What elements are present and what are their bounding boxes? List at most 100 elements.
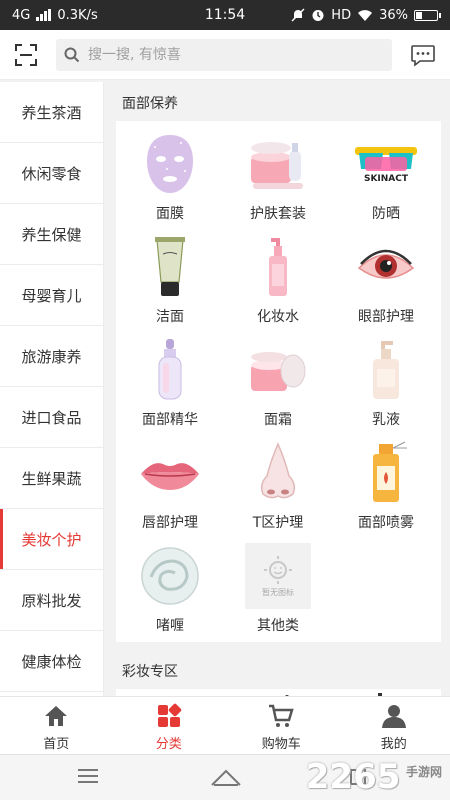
category-item-toner[interactable]: 化妆水 xyxy=(224,230,332,333)
user-icon xyxy=(381,705,406,728)
placeholder-text: 暂无图标 xyxy=(262,587,294,597)
section-card: 面膜 护肤套装 SKINACT 防晒 洁面 化妆水 眼部护理 面部精华 面霜 乳… xyxy=(116,121,441,642)
home-button-icon[interactable] xyxy=(210,767,242,787)
sidebar-item-label: 养生保健 xyxy=(21,225,82,244)
cream-jar-icon xyxy=(251,352,306,391)
sidebar-item-lvyou-kangyang[interactable]: 旅游康养 xyxy=(0,326,103,387)
gel-swirl-icon xyxy=(141,547,199,605)
category-item-label: 面部喷雾 xyxy=(358,515,414,531)
category-item-serum[interactable]: 面部精华 xyxy=(116,333,224,436)
category-item-face-mask[interactable]: 面膜 xyxy=(116,127,224,230)
tab-label: 我的 xyxy=(380,737,407,752)
category-item-label: T区护理 xyxy=(252,515,304,531)
battery-percent: 36% xyxy=(379,7,408,23)
search-bar[interactable] xyxy=(56,39,392,71)
category-item-label: 洁面 xyxy=(156,309,184,325)
network-speed: 0.3K/s xyxy=(57,7,98,23)
eye-icon xyxy=(357,249,415,279)
menu-icon[interactable] xyxy=(76,767,100,785)
category-item-sunscreen[interactable]: SKINACT 防晒 xyxy=(332,127,440,230)
sidebar-item-yangsheng-baojian[interactable]: 养生保健 xyxy=(0,204,103,265)
category-item-skincare-set[interactable]: 护肤套装 xyxy=(224,127,332,230)
bottom-nav: 首页 分类 购物车 我的 xyxy=(0,696,450,754)
wifi-icon xyxy=(358,9,373,21)
category-item-face-cream[interactable]: 面霜 xyxy=(224,333,332,436)
sidebar-item-label: 进口食品 xyxy=(21,408,82,427)
sunscreen-graphic-text: SKINACT xyxy=(364,174,409,184)
category-item-lip-care[interactable]: 唇部护理 xyxy=(116,436,224,539)
category-item-label: 面膜 xyxy=(156,206,184,222)
sidebar-item-meizhuang-gehu[interactable]: 美妆个护 xyxy=(0,509,103,570)
watermark-number: 2265 xyxy=(305,757,401,797)
category-item-label: 面霜 xyxy=(264,412,292,428)
category-item-label: 眼部护理 xyxy=(358,309,414,325)
sidebar-item-jiankang-tijian[interactable]: 健康体检 xyxy=(0,631,103,692)
nose-icon xyxy=(260,442,296,499)
category-item-eye-care[interactable]: 眼部护理 xyxy=(332,230,440,333)
home-icon xyxy=(45,706,68,726)
category-item-face-spray[interactable]: 面部喷雾 xyxy=(332,436,440,539)
category-item-label: 护肤套装 xyxy=(250,206,306,222)
battery-level-fill xyxy=(416,11,422,19)
clock: 11:54 xyxy=(204,7,246,23)
category-item-label: 防晒 xyxy=(372,206,400,222)
sidebar-item-shengxian-guoshu[interactable]: 生鲜果蔬 xyxy=(0,448,103,509)
hd-badge: HD xyxy=(331,7,352,23)
category-item-t-zone[interactable]: T区护理 xyxy=(224,436,332,539)
network-type: 4G xyxy=(12,7,31,23)
sidebar-item-label: 原料批发 xyxy=(21,591,82,610)
toner-bottle-icon xyxy=(269,238,287,296)
sidebar-item-label: 养生茶酒 xyxy=(21,103,82,122)
sidebar-item-yuanliao-pifa[interactable]: 原料批发 xyxy=(0,570,103,631)
tab-category[interactable]: 分类 xyxy=(113,697,226,754)
skincare-set-icon xyxy=(251,142,303,189)
category-content: 面部保养 面膜 护肤套装 SKINACT 防晒 洁面 化妆水 眼部护理 面部精华… xyxy=(104,82,450,696)
tab-mine[interactable]: 我的 xyxy=(338,697,450,754)
mute-icon xyxy=(291,8,305,22)
top-header xyxy=(0,30,450,80)
smiley-sun-icon xyxy=(264,555,292,584)
sidebar-item-label: 健康体检 xyxy=(21,652,82,671)
sidebar-item-label: 生鲜果蔬 xyxy=(21,469,82,488)
message-icon[interactable] xyxy=(410,42,436,68)
tab-label: 购物车 xyxy=(261,737,301,752)
category-item-lotion[interactable]: 乳液 xyxy=(332,333,440,436)
spray-bottle-icon xyxy=(373,441,407,502)
sidebar-item-yangsheng-chajiu[interactable]: 养生茶酒 xyxy=(0,82,103,143)
section-title: 彩妆专区 xyxy=(122,664,178,680)
signal-icon xyxy=(36,9,52,21)
sidebar-item-jinkou-shipin[interactable]: 进口食品 xyxy=(0,387,103,448)
tab-cart[interactable]: 购物车 xyxy=(225,697,338,754)
category-item-label: 啫喱 xyxy=(156,618,184,634)
search-input[interactable] xyxy=(86,46,370,64)
section-card xyxy=(116,689,441,696)
category-item-label: 唇部护理 xyxy=(142,515,198,531)
lips-icon xyxy=(141,463,199,490)
battery-icon xyxy=(414,9,441,21)
sunglasses-icon: SKINACT xyxy=(355,147,417,184)
category-item-other[interactable]: 暂无图标 其他类 xyxy=(224,539,332,642)
sidebar-item-xiuxian-lingshi[interactable]: 休闲零食 xyxy=(0,143,103,204)
watermark-suffix: 手游网 xyxy=(405,765,442,779)
status-bar: 4G 0.3K/s 11:54 HD 36% xyxy=(0,0,450,30)
category-item-gel[interactable]: 啫喱 xyxy=(116,539,224,642)
system-navigation-bar: 2265 手游网 xyxy=(0,754,450,800)
category-item-label: 乳液 xyxy=(372,412,400,428)
category-sidebar: 养生茶酒 休闲零食 养生保健 母婴育儿 旅游康养 进口食品 生鲜果蔬 美妆个护 … xyxy=(0,82,104,696)
tab-home[interactable]: 首页 xyxy=(0,697,113,754)
tab-label: 首页 xyxy=(43,737,70,752)
category-item-cleanser[interactable]: 洁面 xyxy=(116,230,224,333)
alarm-icon xyxy=(312,10,324,21)
category-item-label: 其他类 xyxy=(257,618,299,634)
search-icon xyxy=(64,47,80,63)
category-item-label: 面部精华 xyxy=(142,412,198,428)
placeholder-icon: 暂无图标 xyxy=(245,543,311,609)
scan-icon[interactable] xyxy=(14,43,38,67)
tab-label: 分类 xyxy=(155,737,182,752)
cleanser-tube-icon xyxy=(155,237,185,296)
category-item-label: 化妆水 xyxy=(257,309,299,325)
sidebar-item-muying-yuer[interactable]: 母婴育儿 xyxy=(0,265,103,326)
lotion-pump-icon xyxy=(373,341,399,399)
face-mask-icon xyxy=(147,135,193,193)
sidebar-item-label: 旅游康养 xyxy=(21,347,82,366)
